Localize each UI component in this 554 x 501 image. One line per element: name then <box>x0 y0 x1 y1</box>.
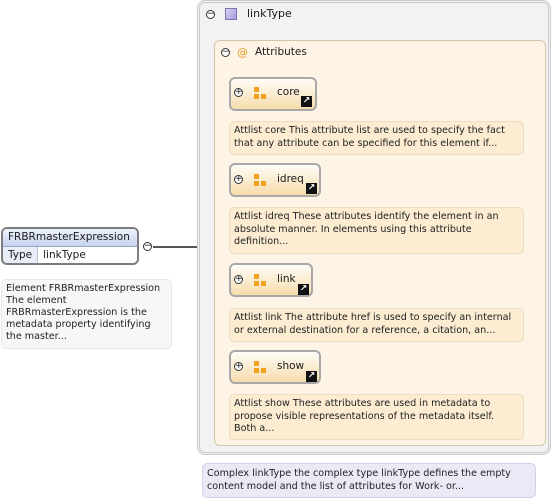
element-type-key: Type <box>3 247 39 263</box>
external-link-icon[interactable]: ↗ <box>306 371 317 382</box>
external-link-icon[interactable]: ↗ <box>306 183 317 194</box>
complex-type-icon <box>225 8 237 20</box>
attribute-group-icon <box>254 87 266 99</box>
element-name: FRBRmasterExpression <box>3 229 137 247</box>
attribute-group-name: show <box>277 360 305 372</box>
attribute-group-name: link <box>277 273 296 285</box>
element-type-row: Type linkType <box>3 247 137 263</box>
element-box[interactable]: FRBRmasterExpression Type linkType <box>1 227 139 265</box>
complex-type-name: linkType <box>247 7 292 20</box>
element-type-value: linkType <box>43 249 86 261</box>
attribute-at-icon: @ <box>237 46 248 59</box>
attribute-group-expand-toggle[interactable]: + <box>234 88 243 97</box>
attribute-group-expand-toggle[interactable]: + <box>234 275 243 284</box>
complex-type-annotation: Complex linkType the complex type linkTy… <box>202 463 536 498</box>
element-annotation: Element FRBRmasterExpression The element… <box>1 279 172 349</box>
attribute-group-description: Attlist idreq These attributes identify … <box>229 207 524 254</box>
attribute-group-icon <box>254 174 266 186</box>
attribute-group-description: Attlist link The attribute href is used … <box>229 308 524 342</box>
attribute-group-icon <box>254 274 266 286</box>
external-link-icon[interactable]: ↗ <box>301 96 312 107</box>
attribute-group-description: Attlist core This attribute list are use… <box>229 121 524 155</box>
element-collapse-toggle[interactable]: − <box>143 242 152 251</box>
attribute-group-icon <box>254 361 266 373</box>
attributes-collapse-toggle[interactable]: − <box>221 48 230 57</box>
external-link-icon[interactable]: ↗ <box>298 284 309 295</box>
attribute-group-expand-toggle[interactable]: + <box>234 362 243 371</box>
attribute-group-name: core <box>277 86 300 98</box>
attribute-group-expand-toggle[interactable]: + <box>234 175 243 184</box>
attribute-group-description: Attlist show These attributes are used i… <box>229 394 524 440</box>
attribute-group-name: idreq <box>277 173 304 185</box>
type-collapse-toggle[interactable]: − <box>206 10 215 19</box>
attributes-label: Attributes <box>255 46 307 58</box>
